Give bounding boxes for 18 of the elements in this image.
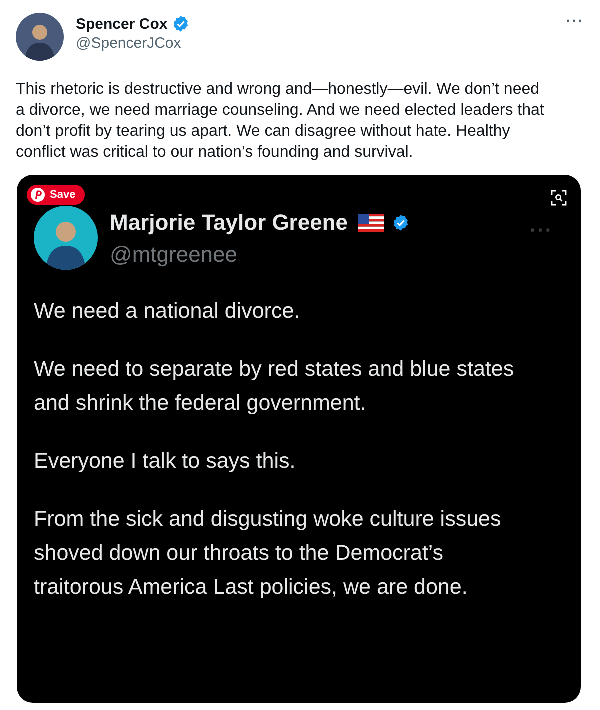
- quoted-paragraph: From the sick and disgusting woke culture issues shoved down our throats to the Democrat’s traitorous America Last policies, we are done.: [34, 506, 502, 601]
- quoted-author-handle: @mtgreenee: [110, 242, 239, 268]
- verified-badge-icon: [392, 214, 410, 232]
- more-options-icon[interactable]: ···: [566, 13, 584, 30]
- flag-icon: [358, 214, 384, 232]
- search-icon[interactable]: [551, 190, 567, 206]
- author-handle[interactable]: @SpencerJCox: [76, 35, 554, 52]
- avatar[interactable]: [16, 13, 64, 61]
- verified-badge-icon: [172, 15, 190, 33]
- quoted-paragraph: We need to separate by red states and blue states and shrink the federal government.: [34, 356, 516, 417]
- quoted-author-name: Marjorie Taylor Greene: [110, 210, 348, 236]
- save-button[interactable]: Save: [27, 185, 85, 205]
- pin-icon: [31, 188, 45, 202]
- author-name[interactable]: Spencer Cox: [76, 16, 168, 32]
- quoted-paragraph: Everyone I talk to says this.: [34, 448, 297, 475]
- more-options-icon: ···: [530, 220, 553, 242]
- tweet-text: This rhetoric is destructive and wrong and—honestly—evil. We don’t need a divorce, we need marriage counseling. And we need elected leaders that don’t profit by tearing us apart. We can disagree without hate. Healthy conflict was critical to our nation’s founding and survival.: [16, 80, 546, 163]
- quoted-paragraph: We need a national divorce.: [34, 298, 302, 325]
